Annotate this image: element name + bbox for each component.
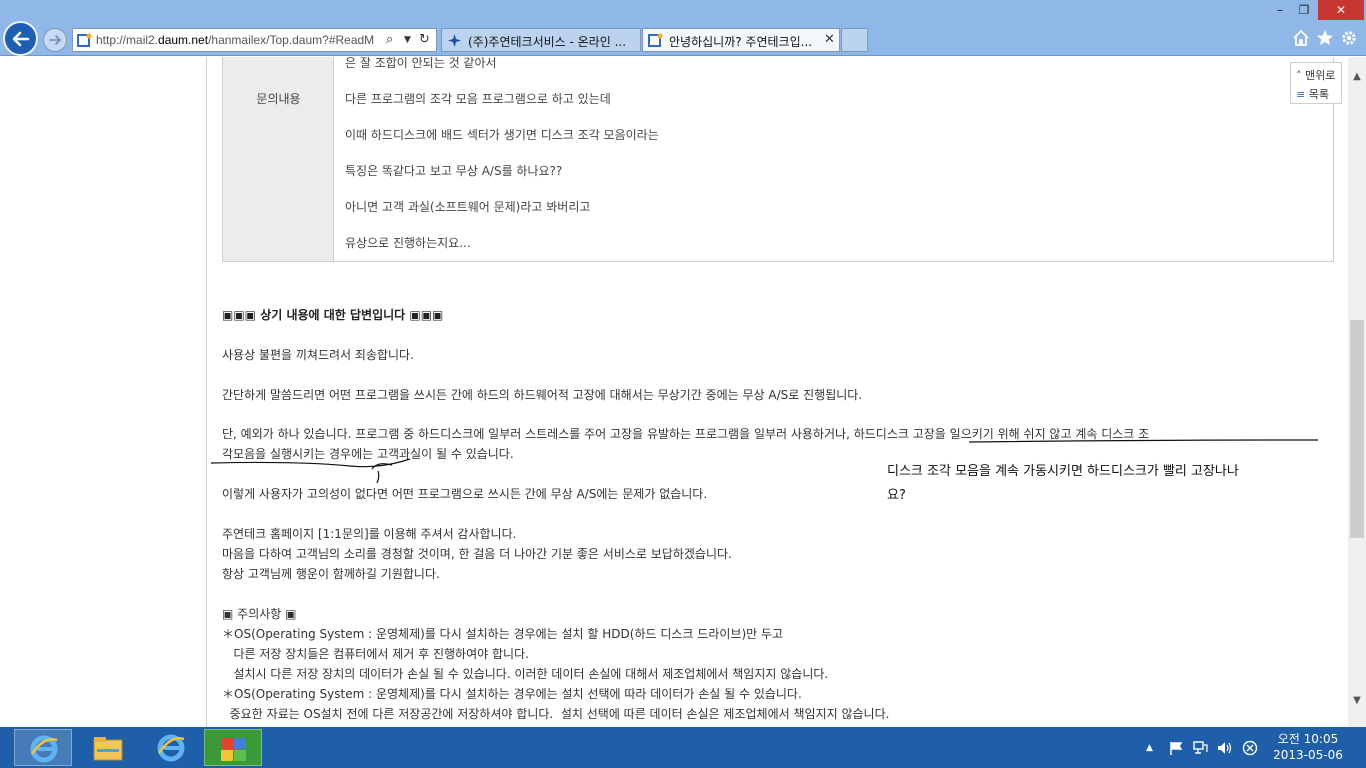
list-icon: ≡ <box>1296 88 1306 101</box>
jooyon-logo-icon <box>448 34 461 47</box>
minimize-button[interactable]: – <box>1270 0 1290 20</box>
taskbar-file-explorer[interactable] <box>80 729 138 766</box>
browser-chrome: – ❐ ✕ http://mail2.daum.net/hanmailex/To… <box>0 0 1366 56</box>
caret-up-icon: ˄ <box>1296 69 1302 82</box>
quick-nav-box: ˄ 맨위로 ≡ 목록 <box>1290 62 1342 104</box>
settings-gear-icon[interactable] <box>1340 29 1358 47</box>
taskbar-ie-pinned[interactable] <box>14 729 72 766</box>
search-icon[interactable]: ⌕ <box>386 32 393 47</box>
internet-explorer-icon <box>157 734 185 762</box>
show-hidden-icons[interactable]: ▲ <box>1146 743 1153 753</box>
scrollbar-thumb[interactable] <box>1350 320 1364 538</box>
system-clock[interactable]: 오전 10:05 2013-05-06 <box>1266 731 1350 763</box>
volume-speaker-icon[interactable] <box>1216 740 1234 756</box>
tab-mail-reply[interactable]: 안녕하십니까? 주연테크입... ✕ <box>642 28 840 52</box>
daum-favicon-icon <box>648 33 663 47</box>
new-tab-button[interactable] <box>841 28 868 52</box>
refresh-icon[interactable]: ↻ <box>419 32 430 47</box>
vertical-scrollbar[interactable]: ▲ ▼ <box>1348 57 1366 727</box>
daum-favicon-icon <box>77 33 92 47</box>
no-connection-icon[interactable] <box>1242 740 1258 756</box>
taskbar-ie-window[interactable] <box>142 729 200 766</box>
scroll-down-icon[interactable]: ▼ <box>1350 695 1364 711</box>
folder-icon <box>93 737 123 761</box>
network-icon[interactable] <box>1192 740 1208 756</box>
taskbar-app-cubes[interactable] <box>204 729 262 766</box>
clock-time: 오전 10:05 <box>1277 732 1339 746</box>
handwritten-note-line-2: 요? <box>887 488 906 503</box>
windows-taskbar: ▲ 오전 10:05 2013-05-06 <box>0 727 1366 768</box>
forward-arrow-icon <box>49 35 62 45</box>
clock-date: 2013-05-06 <box>1273 748 1343 762</box>
dropdown-icon[interactable]: ▼ <box>404 35 411 45</box>
tab-label: (주)주연테크서비스 - 온라인 ... <box>468 35 627 49</box>
handwritten-note-line-1: 디스크 조각 모음을 계속 가동시키면 하드디스크가 빨리 고장나나 <box>887 464 1239 479</box>
colored-cubes-icon <box>221 738 246 761</box>
back-arrow-icon <box>12 31 30 47</box>
go-top-link[interactable]: ˄ 맨위로 <box>1296 67 1335 83</box>
internet-explorer-icon <box>30 735 58 763</box>
tab-jooyon-service[interactable]: (주)주연테크서비스 - 온라인 ... <box>441 28 641 52</box>
scroll-up-icon[interactable]: ▲ <box>1350 71 1364 87</box>
close-tab-icon[interactable]: ✕ <box>824 32 835 47</box>
back-button[interactable] <box>3 21 38 56</box>
action-center-flag-icon[interactable] <box>1168 740 1184 756</box>
address-url[interactable]: http://mail2.daum.net/hanmailex/Top.daum… <box>96 33 376 47</box>
list-link[interactable]: ≡ 목록 <box>1296 86 1329 102</box>
forward-button[interactable] <box>43 28 67 52</box>
home-icon[interactable] <box>1292 29 1310 47</box>
maximize-button[interactable]: ❐ <box>1294 0 1314 20</box>
handwritten-underline-strokes <box>210 439 1319 484</box>
address-bar[interactable]: http://mail2.daum.net/hanmailex/Top.daum… <box>72 28 437 52</box>
tab-label: 안녕하십니까? 주연테크입... <box>669 35 813 49</box>
favorites-star-icon[interactable] <box>1316 29 1334 47</box>
close-window-button[interactable]: ✕ <box>1318 0 1364 20</box>
mail-content: 문의내용 은 잘 조합이 안되는 것 같아서 다른 프로그램의 조각 모음 프로… <box>0 57 1348 727</box>
